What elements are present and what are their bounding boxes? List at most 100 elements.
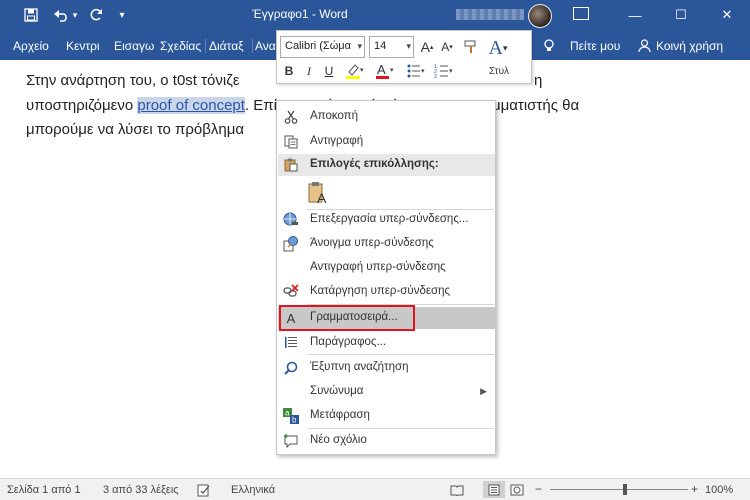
read-mode-icon[interactable] [446, 481, 468, 498]
menu-item-open-hyperlink[interactable]: Άνοιγμα υπερ-σύνδεσης [278, 233, 495, 255]
context-menu: Αποκοπή Αντιγραφή Επιλογές επικόλλησης: … [276, 100, 496, 455]
menu-item-label: Έξυπνη αναζήτηση [310, 361, 409, 373]
font-size-value: 14 [374, 40, 387, 52]
chevron-down-icon[interactable]: ▾ [73, 10, 78, 21]
tab-design[interactable]: Σχεδίας [160, 39, 206, 53]
tab-home[interactable]: Κεντρι [66, 39, 110, 53]
web-layout-icon[interactable] [506, 481, 528, 498]
language-indicator[interactable]: Ελληνικά [231, 484, 275, 496]
new-comment-icon [283, 433, 299, 449]
menu-item-label: Συνώνυμα [310, 385, 364, 397]
share-button[interactable]: Κοινή χρήση [656, 39, 723, 53]
font-name-dropdown[interactable]: Calibri (Σώμα ▾ [280, 36, 365, 58]
tab-file[interactable]: Αρχείο [13, 39, 49, 53]
customize-toolbar-icon[interactable]: ▾ [114, 0, 130, 30]
tab-insert[interactable]: Εισαγω [114, 39, 156, 53]
menu-item-label: Αντιγραφή υπερ-σύνδεσης [310, 261, 446, 273]
menu-item-label: Κατάργηση υπερ-σύνδεσης [310, 285, 451, 297]
edit-hyperlink-icon [283, 212, 299, 228]
menu-item-remove-hyperlink[interactable]: Κατάργηση υπερ-σύνδεσης [278, 281, 495, 303]
zoom-level[interactable]: 100% [705, 484, 733, 496]
title-bar: ▾ ▾ Έγγραφο1 - Word — ☐ ✕ [0, 0, 750, 30]
chevron-down-icon: ▾ [406, 41, 411, 51]
menu-item-synonyms[interactable]: Συνώνυμα ▶ [278, 381, 495, 403]
italic-button[interactable]: I [301, 63, 317, 79]
menu-item-copy[interactable]: Αντιγραφή [278, 131, 495, 153]
tab-layout[interactable]: Διάταξ [209, 39, 253, 53]
scissors-icon [283, 109, 299, 125]
open-hyperlink-icon [283, 236, 299, 252]
paste-keep-text-icon: A [308, 181, 330, 205]
save-icon[interactable] [20, 0, 42, 30]
svg-text:▾: ▾ [421, 68, 425, 75]
menu-item-cut[interactable]: Αποκοπή [278, 106, 495, 128]
document-text: υποστηριζόμενο [26, 97, 138, 114]
menu-item-label: Αποκοπή [310, 110, 359, 122]
highlight-icon[interactable]: ▾ [343, 61, 365, 81]
copy-icon [283, 134, 299, 150]
document-line-3: μπορούμε να λύσει το πρόβλημα [26, 121, 245, 138]
bullets-icon[interactable]: ▾ [405, 61, 427, 81]
tell-me-search[interactable]: Πείτε μου [570, 39, 620, 53]
page-count[interactable]: Σελίδα 1 από 1 [7, 484, 81, 496]
menu-item-new-comment[interactable]: Νέο σχόλιο [278, 430, 495, 452]
highlight-annotation-box [279, 305, 415, 331]
format-painter-icon[interactable] [461, 37, 481, 57]
paste-keep-text-button[interactable]: A [278, 179, 495, 207]
menu-item-label: Επεξεργασία υπερ-σύνδεσης... [310, 213, 469, 225]
menu-item-smart-lookup[interactable]: Έξυπνη αναζήτηση [278, 357, 495, 379]
zoom-slider[interactable] [550, 489, 688, 490]
document-text: Στην ανάρτηση του, ο t0st τόνιζε [26, 72, 240, 89]
font-color-icon[interactable]: A ▾ [373, 61, 395, 81]
menu-item-paragraph[interactable]: Παράγραφος... [278, 332, 495, 354]
status-bar: Σελίδα 1 από 1 3 από 33 λέξεις Ελληνικά … [0, 478, 750, 500]
font-size-dropdown[interactable]: 14 ▾ [369, 36, 414, 58]
zoom-slider-thumb[interactable] [623, 484, 627, 495]
hyperlink[interactable]: proof of concept [137, 97, 245, 114]
redo-icon[interactable] [86, 0, 106, 30]
styles-label[interactable]: Στυλ [485, 63, 513, 79]
word-count[interactable]: 3 από 33 λέξεις [103, 484, 179, 496]
close-button[interactable]: ✕ [704, 0, 750, 30]
undo-icon[interactable]: ▾ [50, 0, 80, 30]
user-icon[interactable] [638, 39, 651, 55]
menu-separator [307, 354, 494, 355]
font-name-value: Calibri (Σώμα [285, 40, 351, 52]
menu-item-label: Αντιγραφή [310, 135, 364, 147]
shrink-font-icon[interactable]: A ▾ [439, 37, 455, 57]
svg-text:3: 3 [434, 74, 437, 79]
grow-font-icon[interactable]: A ▴ [419, 37, 435, 57]
submenu-arrow-icon: ▶ [480, 386, 487, 396]
minimize-button[interactable]: — [612, 0, 658, 30]
zoom-out-button[interactable]: − [535, 482, 542, 496]
svg-text:▾: ▾ [390, 67, 394, 74]
document-line-1-tail: η [534, 72, 543, 89]
bold-button[interactable]: B [281, 63, 297, 79]
paragraph-icon [283, 335, 299, 351]
tab-references[interactable]: Ανα [255, 39, 277, 53]
tell-me-icon[interactable] [543, 39, 555, 56]
svg-text:▾: ▾ [449, 68, 453, 75]
styles-icon[interactable]: A ▾ [485, 33, 511, 63]
menu-item-edit-hyperlink[interactable]: Επεξεργασία υπερ-σύνδεσης... [278, 209, 495, 231]
menu-item-label: Επιλογές επικόλλησης: [310, 158, 439, 170]
menu-item-label: Άνοιγμα υπερ-σύνδεσης [310, 237, 434, 249]
print-layout-icon[interactable] [483, 481, 505, 498]
svg-text:A: A [317, 190, 327, 205]
menu-separator [307, 428, 494, 429]
ribbon-display-options-icon[interactable] [573, 7, 589, 20]
menu-item-translate[interactable]: ab Μετάφραση [278, 405, 495, 427]
menu-item-label: Νέο σχόλιο [310, 434, 367, 446]
proofing-icon[interactable] [197, 484, 211, 500]
document-line-1: Στην ανάρτηση του, ο t0st τόνιζε [26, 72, 240, 89]
chevron-down-icon: ▾ [357, 41, 362, 51]
menu-item-copy-hyperlink[interactable]: Αντιγραφή υπερ-σύνδεσης [278, 257, 495, 279]
maximize-button[interactable]: ☐ [658, 0, 704, 30]
zoom-in-button[interactable]: + [691, 482, 698, 496]
numbering-icon[interactable]: 1 2 3 ▾ [433, 61, 455, 81]
avatar[interactable] [528, 4, 552, 28]
paste-icon [283, 157, 299, 173]
underline-button[interactable]: U [321, 63, 337, 79]
account-name [456, 9, 524, 20]
window-title: Έγγραφο1 - Word [252, 7, 348, 21]
